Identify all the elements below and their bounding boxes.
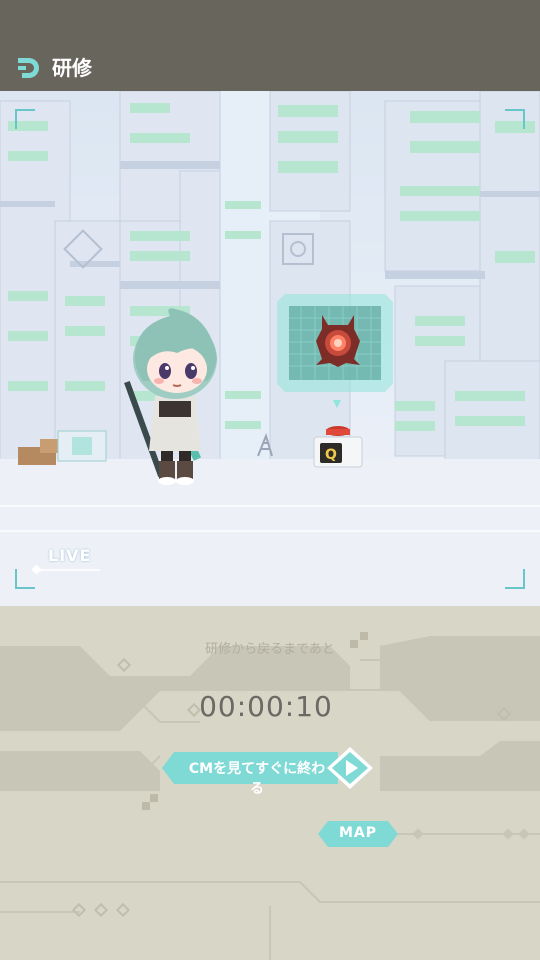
frame-corner-top-left	[15, 109, 35, 129]
top-bar: 研修	[0, 0, 540, 91]
enemy-robot-icon	[316, 315, 360, 367]
countdown-timer: 00:00:10	[199, 690, 333, 723]
cm-button-label: CMを見てすぐに終わる	[188, 761, 326, 797]
map-button-label: MAP	[338, 825, 378, 841]
return-caption: 研修から戻るまであと	[205, 642, 335, 657]
character-chibi	[124, 308, 217, 485]
app-logo-icon	[18, 58, 39, 78]
watch-cm-button[interactable]: CMを見てすぐに終わる	[160, 746, 380, 797]
live-scene: Q LIVE	[0, 91, 540, 606]
city-background	[0, 91, 540, 606]
frame-corner-top-right	[505, 109, 525, 129]
frame-corner-bottom-left	[15, 569, 35, 589]
map-connector-line	[398, 828, 540, 840]
training-panel: 研修から戻るまであと 00:00:10 CMを見てすぐに終わる MAP	[0, 606, 540, 960]
frame-corner-bottom-right	[505, 569, 525, 589]
live-label: LIVE	[48, 546, 92, 565]
page-title: 研修	[52, 56, 92, 80]
svg-text:Q: Q	[325, 447, 337, 463]
live-underline	[36, 569, 100, 571]
map-button[interactable]: MAP	[316, 820, 400, 848]
q-key-box: Q	[313, 426, 363, 468]
